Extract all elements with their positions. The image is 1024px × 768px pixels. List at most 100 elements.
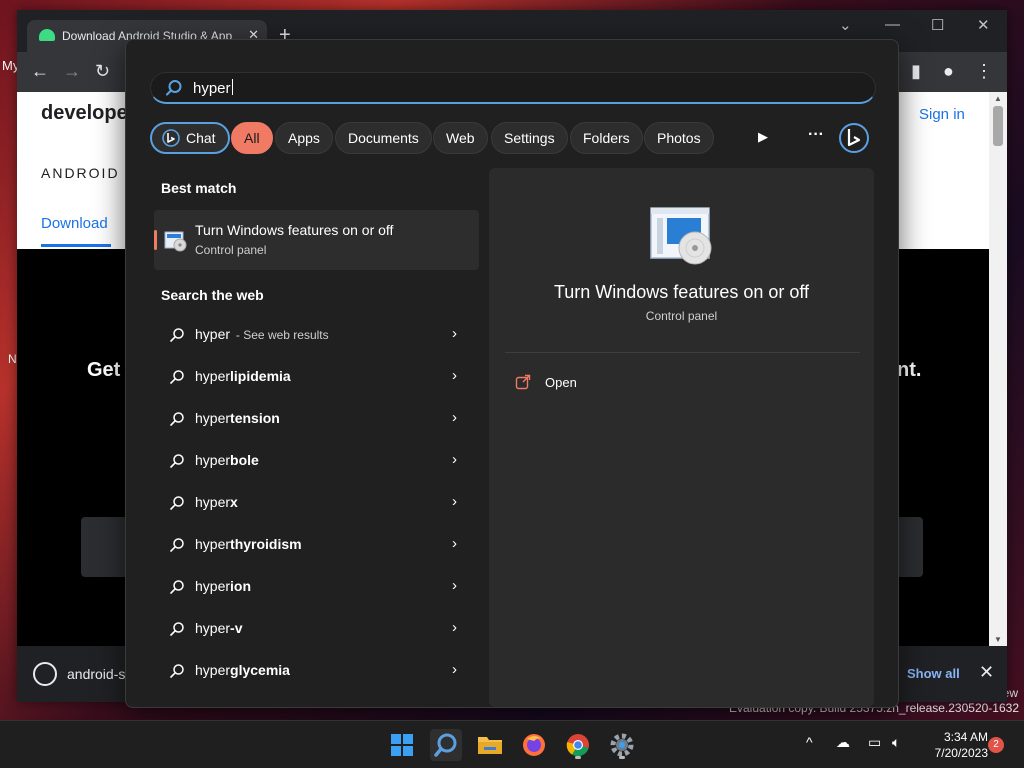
search-filters: Chat All Apps Documents Web Settings Fol…	[150, 122, 880, 154]
file-explorer-button[interactable]	[474, 729, 506, 761]
web-result-text: hyper - See web results	[195, 326, 329, 342]
scroll-down-icon[interactable]: ▼	[994, 635, 1002, 644]
download-tab[interactable]: Download	[41, 215, 108, 232]
more-options-icon[interactable]: ···	[808, 126, 824, 144]
search-icon	[170, 664, 184, 678]
chevron-right-icon[interactable]: ›	[452, 367, 457, 384]
search-box[interactable]: hyper	[150, 72, 876, 104]
open-label: Open	[545, 375, 577, 390]
firefox-icon	[523, 734, 545, 756]
search-icon	[170, 370, 184, 384]
chevron-right-icon[interactable]: ›	[452, 661, 457, 678]
search-icon	[165, 80, 182, 96]
system-clock[interactable]: 3:34 AM 7/20/2023	[918, 729, 988, 761]
site-brand[interactable]: develope	[41, 102, 128, 125]
filter-chat[interactable]: Chat	[150, 122, 230, 154]
cloud-offline-icon[interactable]: ☁	[836, 734, 850, 751]
download-file-icon[interactable]	[33, 662, 57, 686]
windows-features-large-icon	[650, 207, 712, 265]
forward-icon[interactable]: →	[63, 61, 81, 82]
web-result-text: hyperx	[195, 494, 238, 510]
profile-icon[interactable]: ●	[943, 61, 954, 82]
search-icon	[170, 454, 184, 468]
chrome-button[interactable]	[562, 729, 594, 761]
filter-settings[interactable]: Settings	[491, 122, 568, 154]
taskbar: ^ ☁ ▭ 🔈︎ 3:34 AM 7/20/2023 2	[0, 720, 1024, 768]
download-file-name[interactable]: android-st	[67, 666, 129, 682]
best-match-subtitle: Control panel	[195, 243, 267, 257]
tab-search-icon[interactable]: ⌄	[839, 16, 852, 34]
minimize-icon[interactable]: —	[885, 16, 900, 33]
reload-icon[interactable]: ↻	[95, 61, 110, 82]
search-flyout: hyper Chat All Apps Documents Web Settin…	[125, 39, 899, 708]
web-result-item[interactable]: hyperion ›	[154, 566, 479, 608]
search-icon	[170, 412, 184, 426]
page-scrollbar[interactable]: ▲ ▼	[989, 92, 1007, 646]
close-window-icon[interactable]: ✕	[977, 16, 990, 34]
volume-icon[interactable]: 🔈︎	[892, 734, 900, 751]
chevron-right-icon[interactable]: ›	[452, 493, 457, 510]
chevron-right-icon[interactable]: ›	[452, 451, 457, 468]
filter-all[interactable]: All	[231, 122, 273, 154]
web-result-item[interactable]: hyper-v ›	[154, 608, 479, 650]
detail-subtitle: Control panel	[645, 309, 718, 323]
android-icon	[39, 29, 55, 41]
best-match-result[interactable]: Turn Windows features on or off Control …	[154, 210, 479, 270]
desktop-icon-label-2: N	[8, 352, 17, 366]
side-panel-icon[interactable]: ▮	[911, 61, 921, 82]
chevron-right-icon[interactable]: ›	[452, 325, 457, 342]
chevron-right-icon[interactable]: ›	[452, 409, 457, 426]
menu-icon[interactable]: ⋮	[975, 61, 993, 82]
web-result-item[interactable]: hyper - See web results ›	[154, 314, 479, 356]
search-icon	[170, 328, 184, 342]
detail-pane: Turn Windows features on or off Control …	[489, 168, 874, 707]
web-result-item[interactable]: hyperthyroidism ›	[154, 524, 479, 566]
web-result-item[interactable]: hyperx ›	[154, 482, 479, 524]
clock-time: 3:34 AM	[943, 730, 988, 744]
sign-in-link[interactable]: Sign in	[919, 106, 965, 123]
chevron-right-icon[interactable]: ›	[452, 577, 457, 594]
bing-chat-icon	[162, 129, 180, 147]
search-taskbar-button[interactable]	[430, 729, 462, 761]
chevron-right-icon[interactable]: ›	[452, 535, 457, 552]
firefox-button[interactable]	[518, 729, 550, 761]
show-hidden-icons-chevron[interactable]: ^	[806, 734, 813, 750]
search-icon	[434, 733, 457, 757]
best-match-title: Turn Windows features on or off	[195, 222, 394, 238]
filter-folders[interactable]: Folders	[570, 122, 643, 154]
windows-features-icon	[164, 231, 187, 252]
maximize-icon[interactable]: ☐	[931, 16, 944, 34]
web-result-text: hyperlipidemia	[195, 368, 291, 384]
filter-web[interactable]: Web	[433, 122, 488, 154]
play-icon[interactable]: ▶	[758, 129, 768, 145]
page-subnav[interactable]: ANDROID S	[41, 165, 137, 181]
download-bar-close-icon[interactable]: ✕	[979, 662, 994, 683]
filter-apps[interactable]: Apps	[275, 122, 333, 154]
best-match-heading: Best match	[161, 180, 237, 196]
back-icon[interactable]: ←	[31, 61, 49, 82]
web-result-text: hyperthyroidism	[195, 536, 302, 552]
detail-separator	[505, 352, 860, 353]
scroll-up-icon[interactable]: ▲	[994, 94, 1002, 103]
web-result-item[interactable]: hypertension ›	[154, 398, 479, 440]
tab-underline	[41, 244, 111, 247]
web-result-text: hyperion	[195, 578, 252, 594]
hero-text-right: nt.	[897, 359, 922, 381]
search-icon	[170, 580, 184, 594]
notification-badge[interactable]: 2	[988, 737, 1004, 753]
search-input[interactable]: hyper	[193, 79, 233, 97]
settings-button[interactable]	[606, 729, 638, 761]
start-button[interactable]	[386, 729, 418, 761]
web-result-text: hyperglycemia	[195, 662, 290, 678]
filter-photos[interactable]: Photos	[644, 122, 714, 154]
web-result-item[interactable]: hyperbole ›	[154, 440, 479, 482]
bing-icon[interactable]	[838, 122, 870, 154]
web-result-item[interactable]: hyperlipidemia ›	[154, 356, 479, 398]
scroll-thumb[interactable]	[993, 106, 1003, 146]
filter-documents[interactable]: Documents	[335, 122, 432, 154]
web-result-text: hyper-v	[195, 620, 243, 636]
network-icon[interactable]: ▭	[868, 734, 881, 751]
web-result-item[interactable]: hyperglycemia ›	[154, 650, 479, 692]
chevron-right-icon[interactable]: ›	[452, 619, 457, 636]
show-all-button[interactable]: Show all	[907, 666, 960, 681]
